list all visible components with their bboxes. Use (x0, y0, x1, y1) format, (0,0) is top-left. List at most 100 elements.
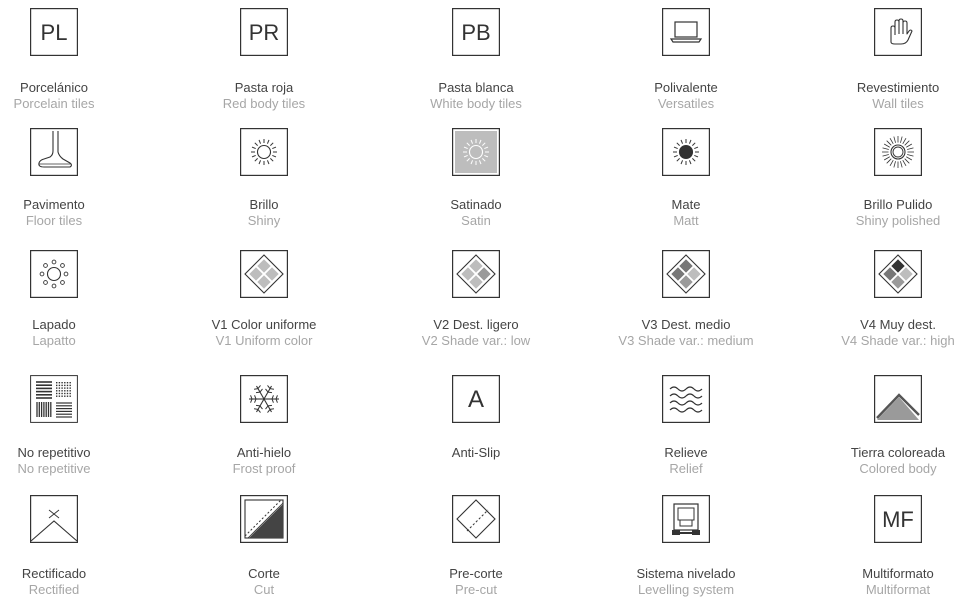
svg-text:PL: PL (41, 20, 68, 45)
legend-item: Pavimento Floor tiles (0, 128, 149, 228)
rectified-edge-icon (30, 495, 78, 543)
legend-sublabel: Relief (669, 461, 703, 476)
legend-sublabel: V1 Uniform color (215, 333, 313, 348)
sun-filled-icon (662, 128, 710, 176)
legend-label: V2 Dest. ligero (433, 317, 519, 332)
legend-label: Rectificado (21, 566, 87, 581)
legend-label: Polivalente (654, 80, 718, 95)
legend-sublabel: Rectified (28, 582, 80, 597)
legend-sublabel: White body tiles (430, 96, 522, 111)
svg-text:A: A (468, 386, 484, 413)
legend-sublabel: Colored body (859, 461, 937, 476)
legend-item: Rectificado Rectified (0, 495, 149, 597)
sun-outline-icon (240, 128, 288, 176)
legend-sublabel: Pre-cut (455, 582, 497, 597)
diamond-v2-icon (452, 250, 500, 298)
legend-sublabel: Frost proof (232, 461, 296, 476)
legend-label: Tierra coloreada (850, 445, 946, 460)
pr-text-icon: PR (240, 8, 288, 56)
legend-item: Revestimiento Wall tiles (803, 8, 961, 111)
legend-label: Mate (671, 197, 701, 212)
legend-label: Anti-hielo (236, 445, 292, 460)
mountain-icon (874, 375, 922, 423)
legend-item: Corte Cut (169, 495, 359, 597)
legend-sublabel: V2 Shade var.: low (421, 333, 531, 348)
levelling-system-icon (662, 495, 710, 543)
legend-item: Anti-hielo Frost proof (169, 375, 359, 476)
legend-sublabel: V4 Shade var.: high (841, 333, 955, 348)
legend-sublabel: Wall tiles (872, 96, 924, 111)
cut-icon (240, 495, 288, 543)
legend-label: Lapado (32, 317, 76, 332)
dotted-circle-icon (30, 250, 78, 298)
sun-grey-background-icon (452, 128, 500, 176)
legend-sublabel: Versatiles (657, 96, 715, 111)
svg-text:MF: MF (882, 507, 914, 532)
pattern-grid-icon (30, 375, 78, 423)
legend-item: Mate Matt (591, 128, 781, 228)
legend-item: PL Porcelánico Porcelain tiles (0, 8, 149, 111)
legend-item: No repetitivo No repetitive (0, 375, 149, 476)
diamond-v4-icon (874, 250, 922, 298)
legend-label: Corte (248, 566, 280, 581)
legend-label: No repetitivo (17, 445, 91, 460)
a-text-icon: A (452, 375, 500, 423)
legend-label: Pre-corte (449, 566, 503, 581)
legend-label: Multiformato (862, 566, 934, 581)
legend-label: Brillo Pulido (863, 197, 933, 212)
legend-item: V2 Dest. ligero V2 Shade var.: low (381, 250, 571, 348)
diamond-v1-icon (240, 250, 288, 298)
legend-sublabel: Satin (461, 213, 491, 228)
legend-item: A Anti-Slip (381, 375, 571, 460)
legend-label: Brillo (249, 197, 279, 212)
legend-item: V3 Dest. medio V3 Shade var.: medium (591, 250, 781, 348)
legend-item: Relieve Relief (591, 375, 781, 476)
foot-icon (30, 128, 78, 176)
legend-label: Pasta roja (234, 80, 294, 95)
legend-label: Pavimento (23, 197, 85, 212)
legend-label: V4 Muy dest. (860, 317, 936, 332)
hand-icon (874, 8, 922, 56)
legend-sublabel: Lapatto (32, 333, 76, 348)
legend-sublabel: V3 Shade var.: medium (618, 333, 754, 348)
legend-label: Porcelánico (20, 80, 88, 95)
legend-item: Sistema nivelado Levelling system (591, 495, 781, 597)
legend-item: Brillo Shiny (169, 128, 359, 228)
legend-sublabel: Red body tiles (222, 96, 306, 111)
svg-text:PR: PR (249, 20, 280, 45)
legend-sublabel: Floor tiles (25, 213, 83, 228)
legend-item: V4 Muy dest. V4 Shade var.: high (803, 250, 961, 348)
legend-item: Polivalente Versatiles (591, 8, 781, 111)
pre-cut-icon (452, 495, 500, 543)
legend-sublabel: Cut (253, 582, 275, 597)
legend-item: PR Pasta roja Red body tiles (169, 8, 359, 111)
legend-item: Brillo Pulido Shiny polished (803, 128, 961, 228)
legend-sublabel: Multiformat (865, 582, 931, 597)
pl-text-icon: PL (30, 8, 78, 56)
legend-label: Pasta blanca (438, 80, 514, 95)
legend-item: Pre-corte Pre-cut (381, 495, 571, 597)
legend-label: V3 Dest. medio (641, 317, 731, 332)
legend-item: MF Multiformato Multiformat (803, 495, 961, 597)
legend-sublabel: Shiny (247, 213, 281, 228)
laptop-icon (662, 8, 710, 56)
legend-label: Anti-Slip (451, 445, 501, 460)
legend-item: Satinado Satin (381, 128, 571, 228)
snowflake-icon (240, 375, 288, 423)
legend-sublabel: No repetitive (17, 461, 91, 476)
waves-icon (662, 375, 710, 423)
legend-label: Revestimiento (856, 80, 940, 95)
diamond-v3-icon (662, 250, 710, 298)
legend-item: Tierra coloreada Colored body (803, 375, 961, 476)
legend-sublabel: Shiny polished (855, 213, 941, 228)
legend-sublabel: Matt (673, 213, 699, 228)
legend-item: V1 Color uniforme V1 Uniform color (169, 250, 359, 348)
svg-text:PB: PB (461, 20, 490, 45)
legend-item: Lapado Lapatto (0, 250, 149, 348)
legend-label: Sistema nivelado (636, 566, 736, 581)
sun-rays-icon (874, 128, 922, 176)
legend-sublabel: Porcelain tiles (13, 96, 95, 111)
legend-label: Satinado (450, 197, 502, 212)
legend-label: V1 Color uniforme (211, 317, 317, 332)
mf-text-icon: MF (874, 495, 922, 543)
